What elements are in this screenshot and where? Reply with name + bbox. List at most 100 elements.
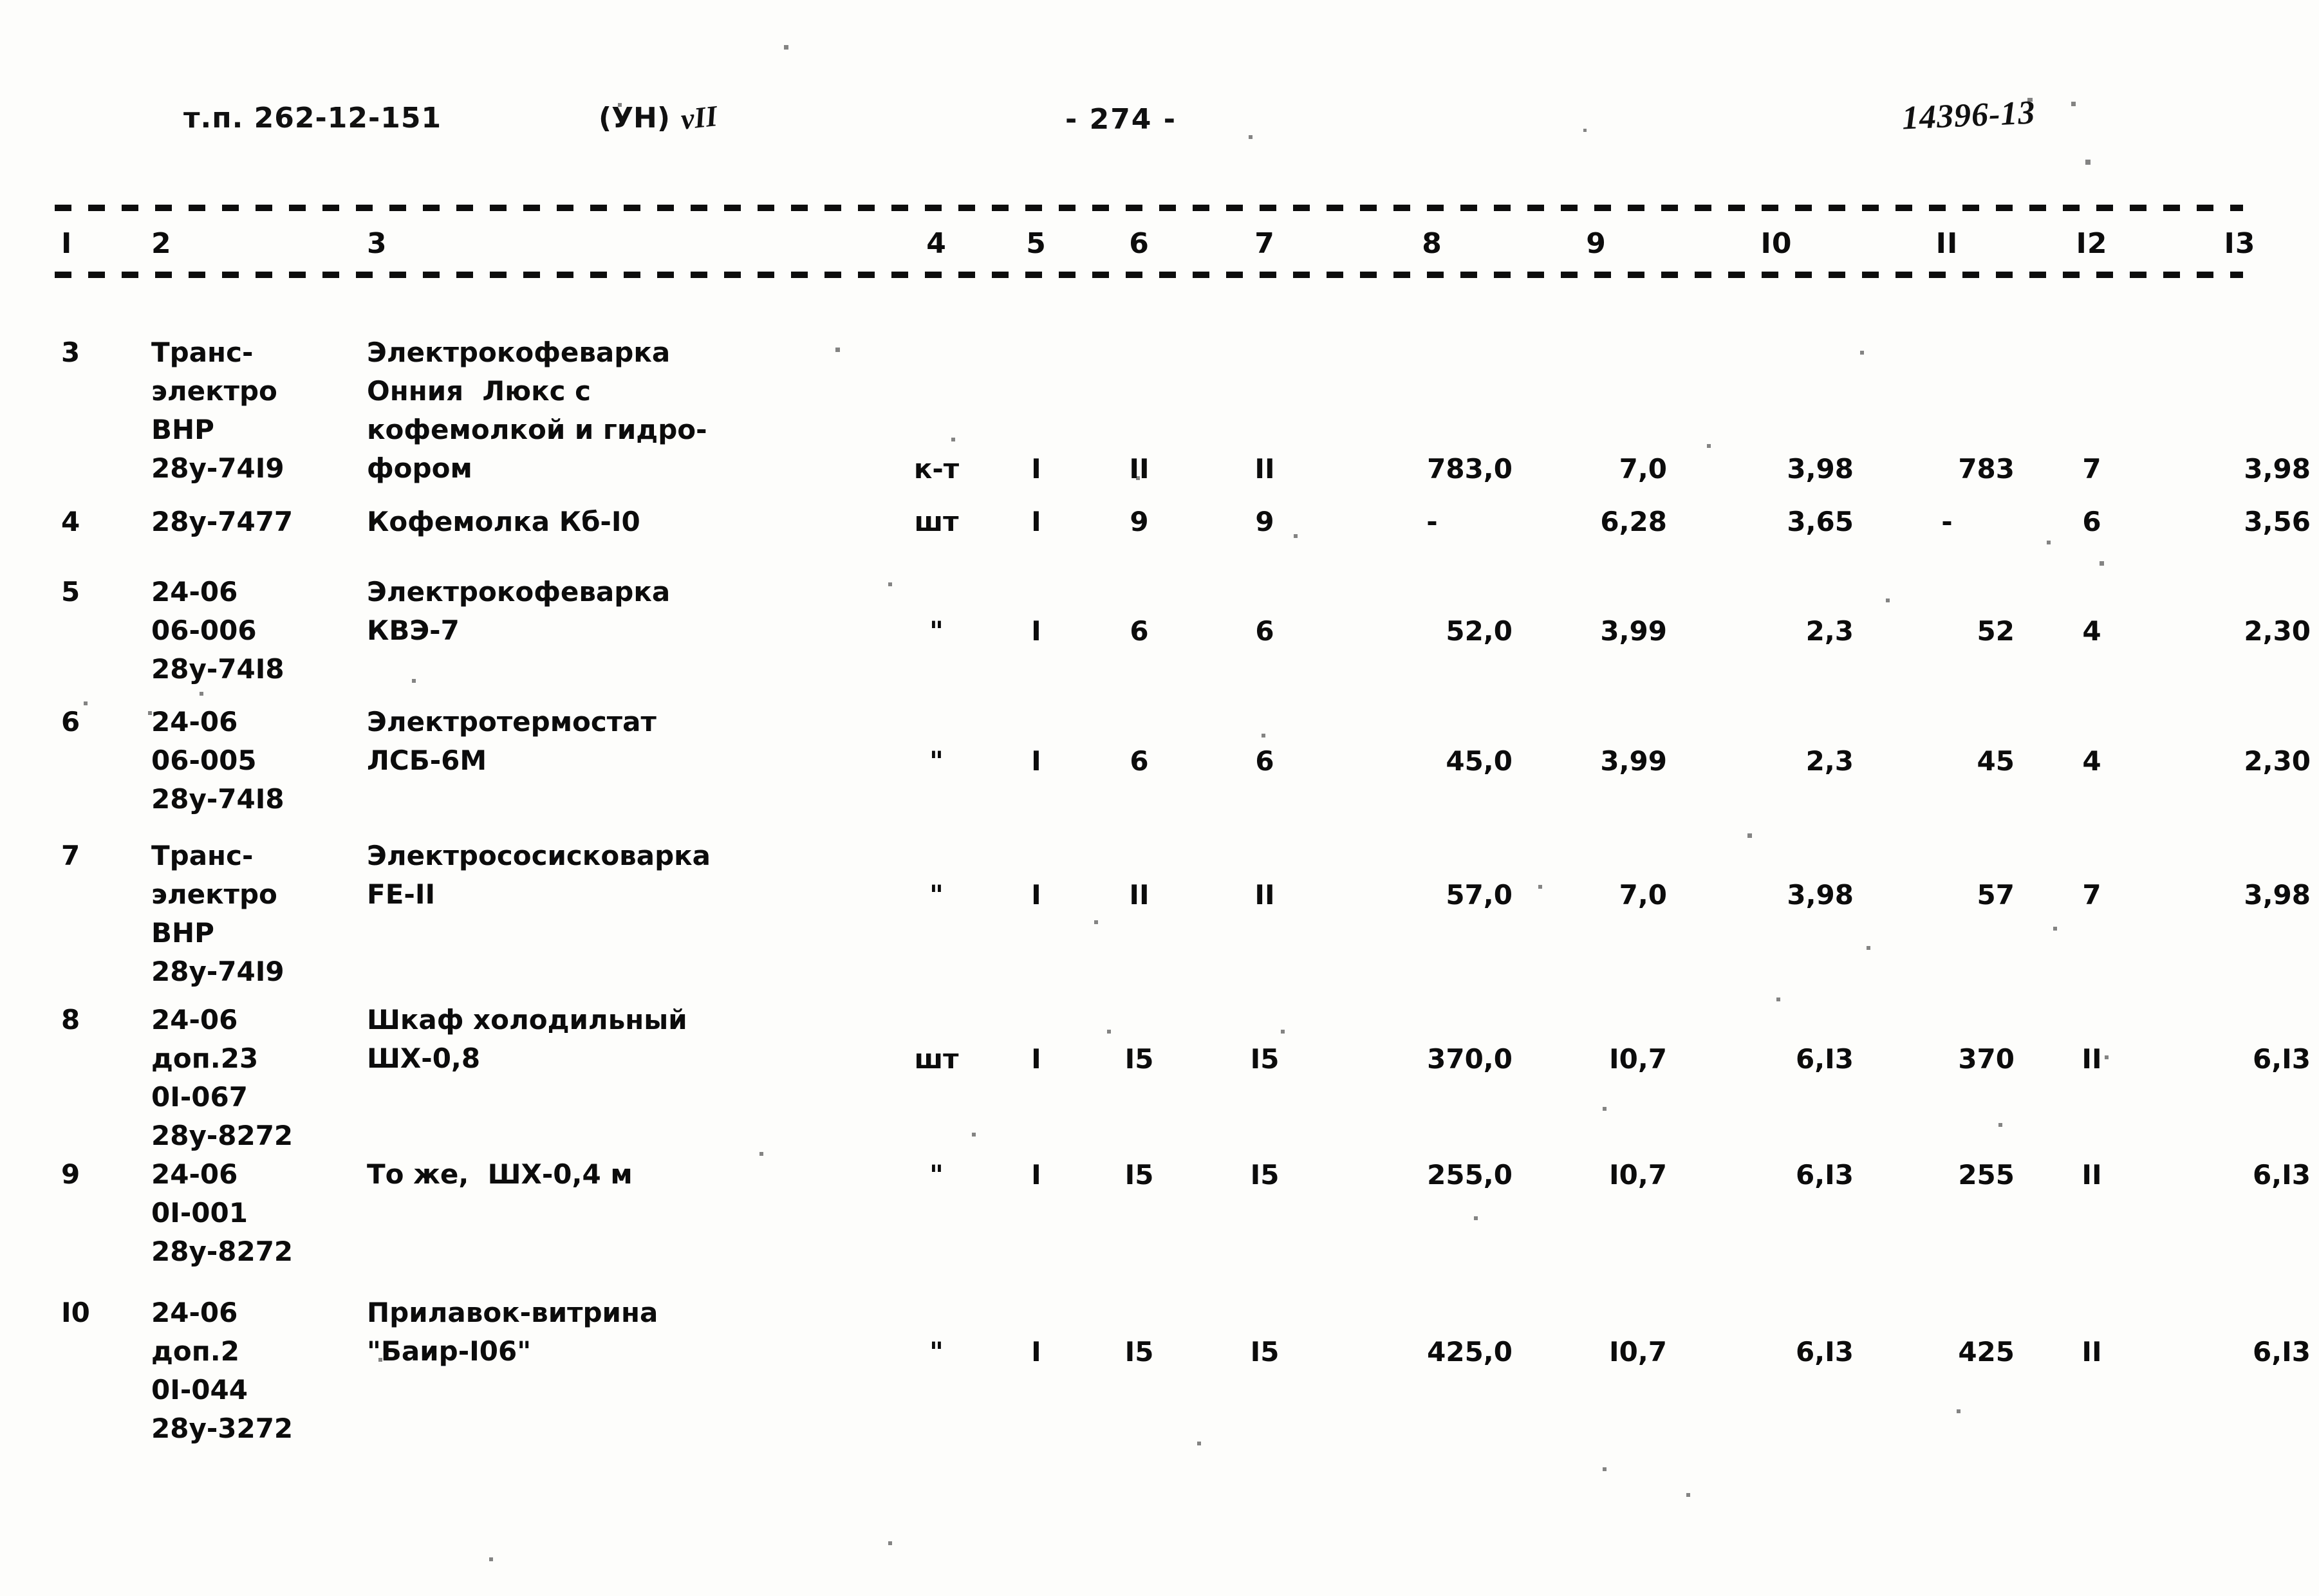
row-col-9: 7,0 — [1619, 879, 1667, 911]
row-col-6: 9 — [1130, 506, 1149, 537]
row-code: 24-06 06-005 28у-74I8 — [151, 706, 284, 815]
row-col-8: 255,0 — [1427, 1159, 1513, 1191]
row-col-8: 52,0 — [1446, 615, 1513, 647]
row-unit: " — [929, 615, 944, 647]
row-description: Прилавок-витрина "Баир-I06" — [367, 1297, 658, 1367]
column-header-7: 7 — [1254, 227, 1275, 260]
row-col-11: 425 — [1958, 1336, 2015, 1368]
row-col-7: I5 — [1250, 1159, 1280, 1191]
column-header-2: 2 — [151, 227, 172, 260]
row-col-10: 6,I3 — [1795, 1336, 1854, 1368]
row-col-10: 2,3 — [1805, 615, 1854, 647]
row-col-7: II — [1254, 453, 1275, 485]
row-col-5: I — [1031, 879, 1041, 911]
table-top-rule — [55, 205, 2243, 211]
row-col-8: 783,0 — [1427, 453, 1513, 485]
row-col-5: I — [1031, 1159, 1041, 1191]
row-col-13: 3,56 — [2244, 506, 2311, 537]
row-col-8: 57,0 — [1446, 879, 1513, 911]
row-col-7: 6 — [1255, 745, 1274, 777]
row-unit: " — [929, 879, 944, 911]
row-col-9: I0,7 — [1608, 1336, 1667, 1368]
row-description: Электрососисковарка FE-II — [367, 840, 711, 910]
row-col-9: 3,99 — [1600, 615, 1667, 647]
table-bottom-rule — [55, 272, 2243, 278]
row-description: Электрокофеварка КВЭ-7 — [367, 576, 671, 646]
row-col-11: 52 — [1977, 615, 2015, 647]
row-col-13: 6,I3 — [2252, 1336, 2311, 1368]
row-col-8: - — [1426, 506, 1438, 537]
row-col-9: 6,28 — [1600, 506, 1667, 537]
column-header-3: 3 — [367, 227, 387, 260]
row-index: 3 — [61, 337, 80, 368]
row-index: 9 — [61, 1158, 80, 1190]
row-col-5: I — [1031, 453, 1041, 485]
row-col-13: 2,30 — [2244, 745, 2311, 777]
row-col-10: 3,65 — [1787, 506, 1854, 537]
row-col-10: 6,I3 — [1795, 1043, 1854, 1075]
row-description: Электротермостат ЛСБ-6М — [367, 706, 657, 776]
row-index: 5 — [61, 576, 80, 608]
row-col-8: 370,0 — [1427, 1043, 1513, 1075]
row-col-12: 6 — [2082, 506, 2101, 537]
document-code: т.п. 262-12-151 — [183, 102, 442, 135]
row-col-10: 6,I3 — [1795, 1159, 1854, 1191]
row-col-12: II — [2082, 1043, 2102, 1075]
column-header-11: II — [1935, 227, 1959, 260]
row-col-6: II — [1129, 879, 1150, 911]
row-col-5: I — [1031, 506, 1041, 537]
row-col-6: II — [1129, 453, 1150, 485]
column-header-12: I2 — [2076, 227, 2108, 260]
row-col-6: I5 — [1124, 1159, 1154, 1191]
column-header-6: 6 — [1129, 227, 1150, 260]
row-col-11: 783 — [1958, 453, 2015, 485]
row-col-12: II — [2082, 1159, 2102, 1191]
row-col-13: 3,98 — [2244, 879, 2311, 911]
series-mark: (УН) — [599, 102, 670, 135]
row-col-12: 7 — [2082, 453, 2101, 485]
column-header-10: I0 — [1760, 227, 1793, 260]
row-col-12: 4 — [2082, 745, 2101, 777]
column-header-8: 8 — [1422, 227, 1442, 260]
row-col-10: 3,98 — [1787, 879, 1854, 911]
handwritten-annotation: vII — [679, 99, 719, 136]
row-col-7: 6 — [1255, 615, 1274, 647]
row-col-13: 2,30 — [2244, 615, 2311, 647]
row-unit: к-т — [913, 453, 960, 485]
row-unit: " — [929, 745, 944, 777]
row-col-13: 6,I3 — [2252, 1159, 2311, 1191]
column-header-4: 4 — [926, 227, 947, 260]
column-header-1: I — [61, 227, 73, 260]
row-col-11: - — [1941, 506, 1953, 537]
row-col-11: 45 — [1977, 745, 2015, 777]
row-col-12: 7 — [2082, 879, 2101, 911]
row-col-11: 370 — [1958, 1043, 2015, 1075]
row-col-8: 425,0 — [1427, 1336, 1513, 1368]
row-col-7: I5 — [1250, 1043, 1280, 1075]
row-col-9: I0,7 — [1608, 1043, 1667, 1075]
row-col-11: 57 — [1977, 879, 2015, 911]
page-header: т.п. 262-12-151 (УН) vII - 274 - 14396-1… — [0, 95, 2319, 154]
row-col-13: 3,98 — [2244, 453, 2311, 485]
row-index: 4 — [61, 506, 80, 537]
row-col-8: 45,0 — [1446, 745, 1513, 777]
row-col-9: 3,99 — [1600, 745, 1667, 777]
row-unit: шт — [914, 506, 959, 537]
row-code: Транс- электро ВНР 28у-74I9 — [151, 840, 284, 987]
row-description: То же, ШХ-0,4 м — [367, 1158, 633, 1190]
row-col-13: 6,I3 — [2252, 1043, 2311, 1075]
row-col-10: 3,98 — [1787, 453, 1854, 485]
row-col-6: 6 — [1130, 615, 1149, 647]
row-col-7: II — [1254, 879, 1275, 911]
column-header-5: 5 — [1026, 227, 1047, 260]
row-index: 7 — [61, 840, 80, 871]
row-unit: шт — [914, 1043, 959, 1075]
row-description: Кофемолка Кб-I0 — [367, 506, 640, 537]
column-header-9: 9 — [1586, 227, 1607, 260]
row-col-9: 7,0 — [1619, 453, 1667, 485]
row-col-9: I0,7 — [1608, 1159, 1667, 1191]
row-col-5: I — [1031, 615, 1041, 647]
row-col-5: I — [1031, 745, 1041, 777]
page-number: - 274 - — [1065, 103, 1177, 136]
row-col-5: I — [1031, 1043, 1041, 1075]
